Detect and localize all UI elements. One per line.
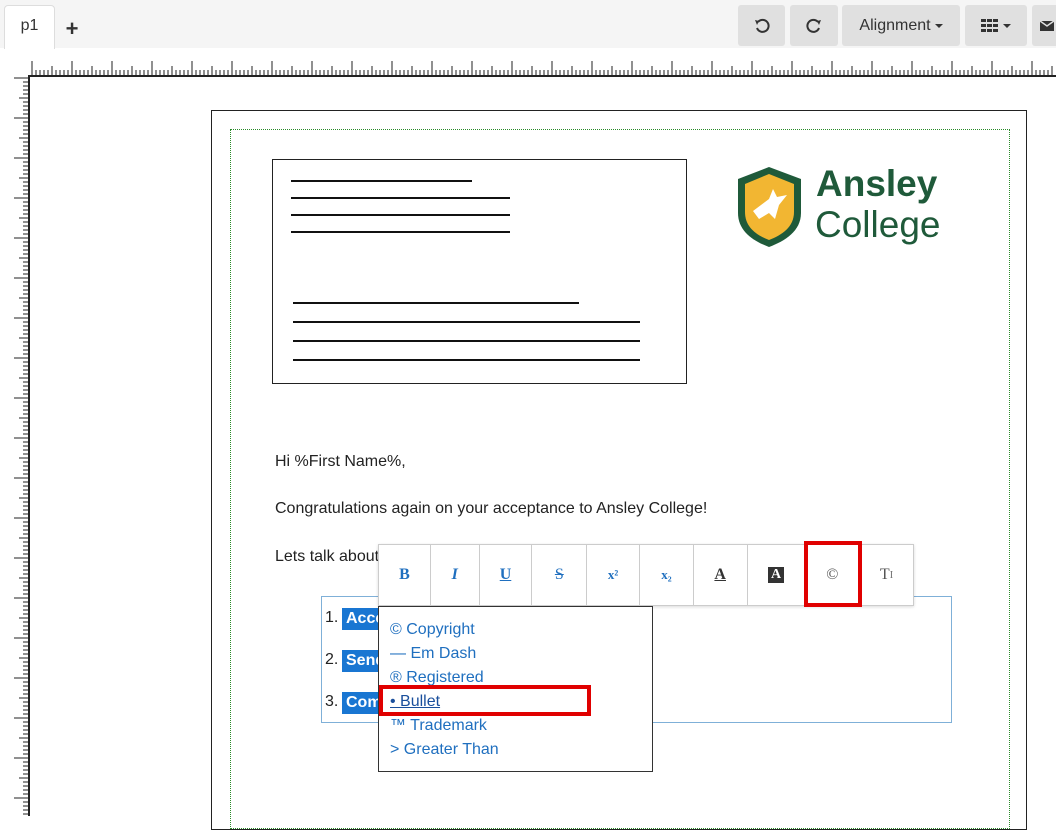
chevron-down-icon (1003, 23, 1011, 28)
list-number: 3. (325, 693, 339, 710)
menu-item-em-dash[interactable]: — Em Dash (390, 645, 476, 663)
list-item-selected-text[interactable]: Send (342, 650, 378, 672)
logo-wordmark-college: College (815, 204, 941, 245)
undo-button[interactable] (738, 5, 785, 46)
chevron-down-icon (934, 23, 943, 28)
envelope-icon (1040, 19, 1054, 31)
bold-button[interactable]: B (379, 545, 431, 605)
background-color-icon: A (767, 567, 785, 583)
logo-wordmark-ansley: Ansley (816, 163, 938, 204)
address-window[interactable] (272, 159, 687, 384)
highlight-bullet-item (379, 685, 591, 716)
list-item-selected-text[interactable]: Com (342, 692, 378, 714)
menu-item-copyright[interactable]: © Copyright (390, 621, 475, 639)
undo-icon (754, 18, 770, 33)
alignment-dropdown[interactable]: Alignment (842, 5, 960, 46)
redo-icon (806, 18, 821, 33)
clear-formatting-button[interactable]: TI (860, 545, 913, 605)
add-tab-button[interactable]: + (62, 17, 82, 41)
italic-button[interactable]: I (431, 545, 480, 605)
list-number: 1. (325, 609, 339, 626)
tab-p1[interactable]: p1 (4, 5, 55, 49)
lets-talk-text[interactable]: Lets talk about (275, 548, 379, 566)
horizontal-ruler (31, 61, 1053, 75)
strikethrough-button[interactable]: S (532, 545, 588, 605)
menu-item-trademark[interactable]: ™ Trademark (390, 717, 487, 735)
clear-format-icon: T (879, 566, 890, 583)
more-button[interactable] (1032, 5, 1056, 46)
underline-button[interactable]: U (480, 545, 533, 605)
grid-icon (981, 18, 998, 32)
greeting-text[interactable]: Hi %First Name%, (275, 453, 406, 471)
subscript-button[interactable]: x₂ (640, 545, 694, 605)
list-number: 2. (325, 651, 339, 668)
alignment-label: Alignment (859, 16, 931, 34)
vertical-ruler (14, 77, 28, 815)
ruler-divider-horizontal (28, 75, 1056, 77)
background-color-button[interactable]: A (748, 545, 806, 605)
list-item-selected-text[interactable]: Acce (342, 608, 378, 630)
redo-button[interactable] (790, 5, 838, 46)
congrats-text[interactable]: Congratulations again on your acceptance… (275, 500, 707, 518)
highlight-special-characters (804, 541, 862, 607)
font-color-button[interactable]: A (694, 545, 748, 605)
superscript-button[interactable]: x² (587, 545, 641, 605)
grid-dropdown[interactable] (965, 5, 1027, 46)
address-lines (291, 180, 640, 361)
menu-item-greater-than[interactable]: > Greater Than (390, 741, 499, 759)
ruler-divider-vertical (28, 76, 30, 816)
